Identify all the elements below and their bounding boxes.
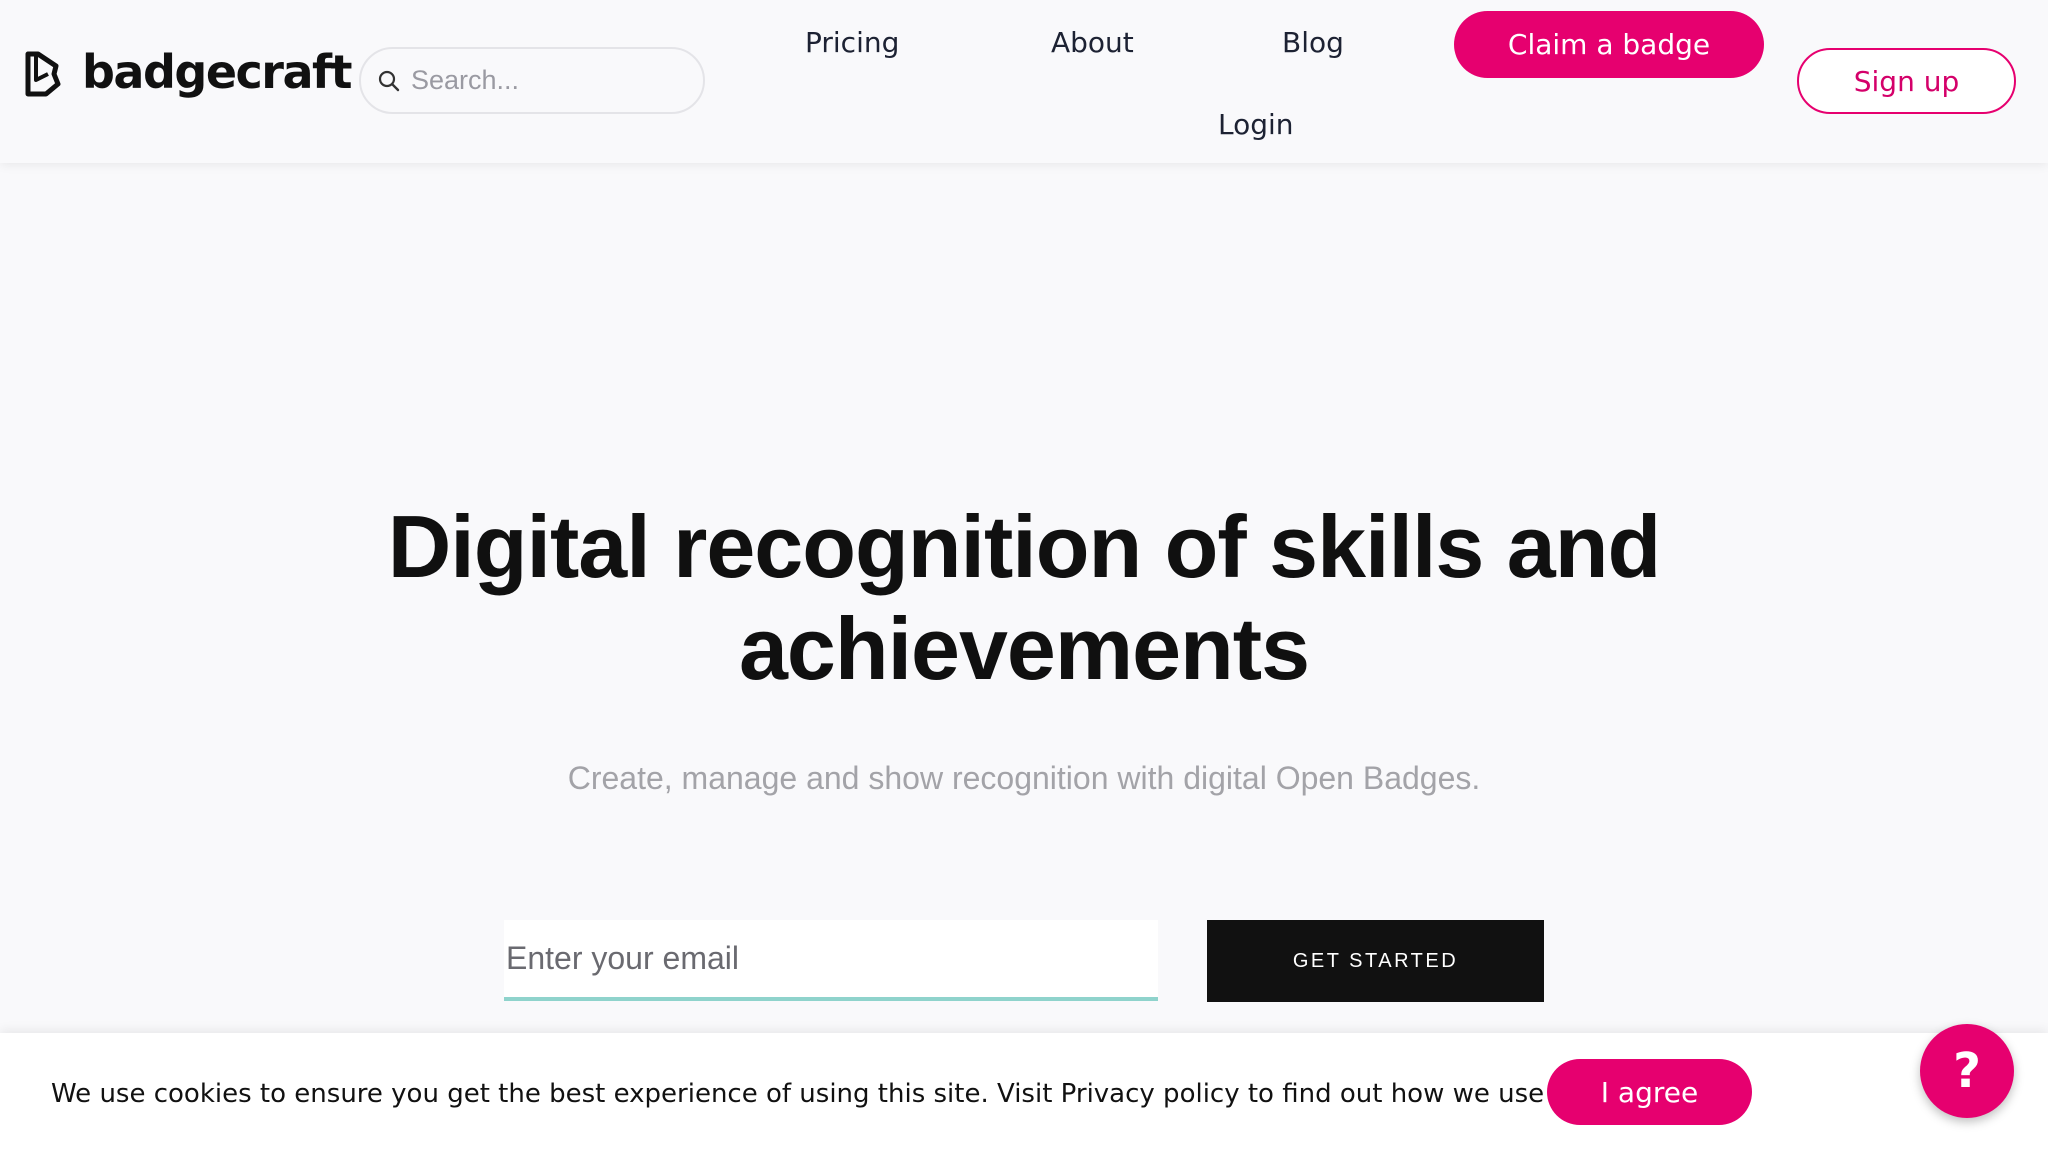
nav-pricing-link[interactable]: Pricing — [805, 29, 899, 57]
nav-login-link[interactable]: Login — [1218, 111, 1294, 139]
nav-blog-link[interactable]: Blog — [1282, 29, 1344, 57]
search-input[interactable] — [409, 64, 693, 97]
badgecraft-logo-icon — [25, 51, 61, 97]
nav-about-link[interactable]: About — [1051, 29, 1134, 57]
search-box[interactable] — [359, 47, 705, 114]
cookie-message: We use cookies to ensure you get the bes… — [51, 1079, 1659, 1109]
hero-subtitle: Create, manage and show recognition with… — [567, 760, 1481, 796]
hero-title-line-2: achievements — [738, 599, 1310, 698]
email-field[interactable] — [504, 920, 1158, 1001]
hero-title: Digital recognition of skills and achieve… — [224, 496, 1824, 700]
hero-title-line-1: Digital recognition of skills and — [387, 497, 1661, 596]
sign-up-button[interactable]: Sign up — [1797, 48, 2016, 114]
site-header: badgecraft Pricing About Blog Login Clai… — [0, 0, 2048, 163]
search-icon — [378, 70, 400, 91]
help-button[interactable]: ? — [1920, 1024, 2014, 1118]
help-question-icon: ? — [1953, 1043, 1981, 1099]
cookie-banner: We use cookies to ensure you get the bes… — [0, 1033, 2048, 1152]
claim-badge-button[interactable]: Claim a badge — [1454, 11, 1764, 78]
logo-wordmark: badgecraft — [82, 45, 353, 99]
page: badgecraft Pricing About Blog Login Clai… — [0, 0, 2048, 1152]
logo-link[interactable]: badgecraft — [24, 45, 353, 99]
get-started-button[interactable]: GET STARTED — [1207, 920, 1544, 1002]
cookie-agree-button[interactable]: I agree — [1547, 1059, 1752, 1125]
